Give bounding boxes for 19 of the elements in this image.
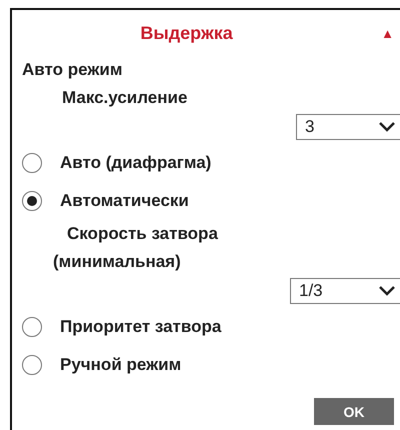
field-label: Скорость затвора bbox=[67, 223, 219, 245]
gain-select[interactable]: 3 bbox=[296, 114, 400, 140]
radio-button[interactable] bbox=[22, 191, 42, 211]
radio-button[interactable] bbox=[22, 153, 42, 173]
radio-button[interactable] bbox=[22, 355, 42, 375]
field-label: Макс.усиление bbox=[62, 87, 188, 109]
radio-label: Авто (диафрагма) bbox=[60, 153, 212, 173]
ok-button[interactable]: OK bbox=[314, 398, 394, 425]
chevron-down-icon bbox=[378, 121, 396, 133]
chevron-down-icon bbox=[378, 285, 396, 297]
radio-label: Ручной режим bbox=[60, 355, 182, 375]
field-label: (минимальная) bbox=[53, 251, 182, 273]
section-label: Авто режим bbox=[22, 59, 124, 81]
radio-label: Приоритет затвора bbox=[60, 317, 222, 337]
shutter-select[interactable]: 1/3 bbox=[290, 278, 400, 304]
collapse-indicator[interactable]: ▲ bbox=[381, 26, 394, 40]
radio-button[interactable] bbox=[22, 317, 42, 337]
panel-title: Выдержка bbox=[139, 22, 234, 44]
radio-label: Автоматически bbox=[60, 191, 189, 211]
